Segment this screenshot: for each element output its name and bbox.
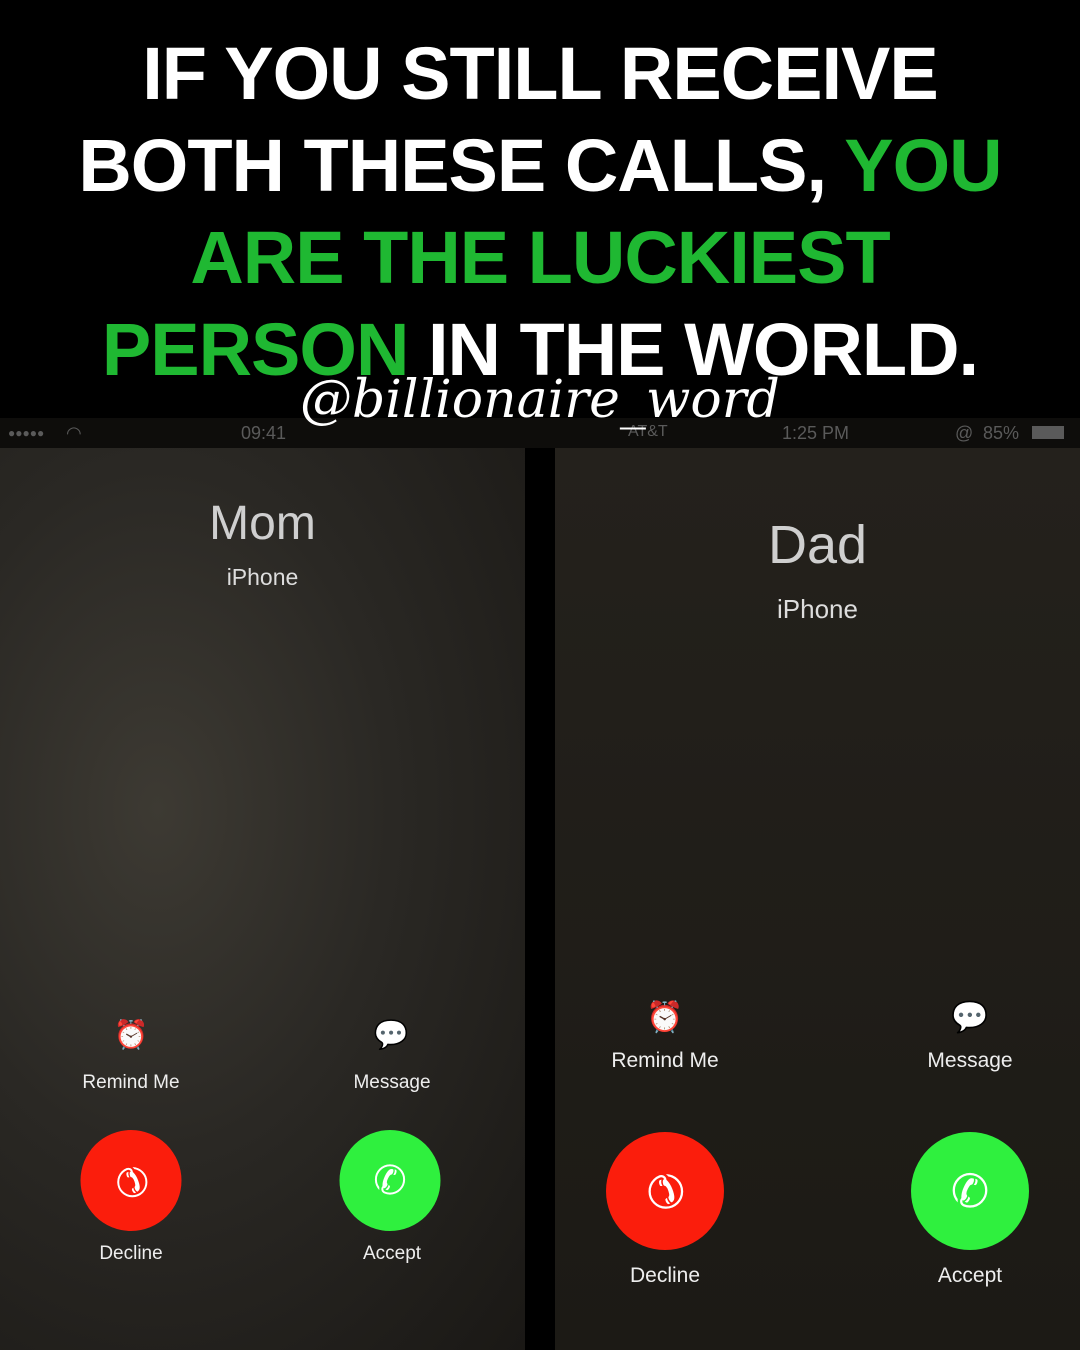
accept-button[interactable]: ✆ (911, 1132, 1029, 1250)
caller-name: Dad (767, 515, 868, 575)
right-time: 1:25 PM (782, 423, 850, 443)
battery-icon (1032, 426, 1064, 439)
accept-label: Accept (937, 1264, 1003, 1287)
decline-label: Decline (629, 1264, 701, 1287)
phone-icon: ✆ (373, 1158, 407, 1203)
accept-label: Accept (362, 1243, 422, 1264)
alarm-clock-icon[interactable]: ⏰ (114, 1018, 149, 1051)
battery-percent: 85% (983, 423, 1020, 443)
accept-button[interactable]: ✆ (339, 1130, 441, 1231)
right-call-screen: Dad iPhone ⏰ Remind Me 💬 Message ✆ ✆ Dec… (555, 448, 1080, 1350)
left-call-screen: Mom iPhone ⏰ Remind Me 💬 Message ✆ ✆ Dec… (0, 448, 525, 1350)
message-button[interactable]: Message (353, 1072, 430, 1094)
remind-me-button[interactable]: Remind Me (82, 1072, 179, 1094)
wifi-icon: ◠ (66, 423, 82, 443)
message-button[interactable]: Message (927, 1049, 1012, 1073)
message-bubble-icon[interactable]: 💬 (374, 1018, 409, 1051)
hang-up-icon: ✆ (632, 1158, 698, 1224)
headline: IF YOU STILL RECEIVE BOTH THESE CALLS, Y… (78, 32, 1002, 391)
caller-device: iPhone (777, 594, 858, 624)
caller-device: iPhone (226, 564, 299, 590)
message-bubble-icon[interactable]: 💬 (951, 1000, 988, 1035)
remind-me-button[interactable]: Remind Me (611, 1049, 718, 1073)
signal-icon: ●●●●● (8, 426, 45, 440)
hang-up-icon: ✆ (103, 1153, 159, 1208)
left-time: 09:41 (241, 423, 287, 443)
phone-icon: ✆ (950, 1165, 990, 1217)
decline-button[interactable]: ✆ (606, 1132, 724, 1250)
decline-label: Decline (99, 1243, 163, 1264)
caller-name: Mom (209, 497, 316, 550)
alarm-clock-icon[interactable]: ⏰ (646, 1000, 683, 1035)
watermark: @billionaire_word (300, 370, 780, 430)
decline-button[interactable]: ✆ (80, 1130, 182, 1231)
rotation-lock-icon: @ (955, 423, 974, 443)
